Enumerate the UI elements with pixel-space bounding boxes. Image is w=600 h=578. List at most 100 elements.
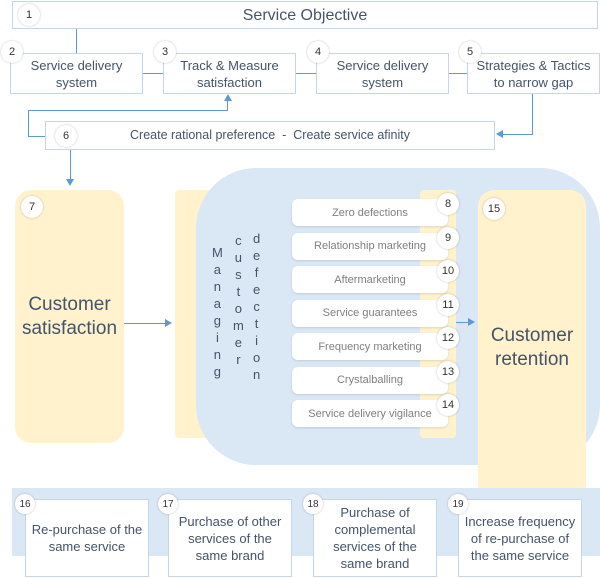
vertical-letter: f [254,265,259,280]
lever-label: Relationship marketing [314,240,426,252]
vertical-letter: u [234,250,243,265]
outcome-box: Purchase of other services of the same b… [168,499,292,577]
step-number-5: 5 [459,41,481,63]
vertical-letter: t [254,316,259,331]
lever-item: Crystalballing [292,366,448,394]
customer-retention-label: Customer retention [490,325,574,370]
vertical-letter: m [233,318,244,333]
step-number-7: 7 [21,196,43,218]
vertical-letter: a [213,262,222,277]
lever-item: Service guarantees [292,299,448,327]
arrow-right-icon [165,319,172,327]
connector-line [28,110,228,111]
service-objective-box: Service Objective [12,1,598,29]
connector-line [227,100,228,111]
lever-label: Service delivery vigilance [308,407,432,420]
service-objective-label: Service Objective [242,6,368,24]
vertical-letter: g [213,313,222,328]
vertical-letter: e [253,248,261,263]
lever-label: Crystalballing [336,374,404,386]
vertical-letter: e [234,335,243,350]
vertical-letter: n [253,367,261,382]
vertical-letter: t [236,284,241,299]
step-box-4: Service delivery system [316,53,449,94]
vertical-letter: i [255,333,259,348]
connector-line [124,323,168,324]
step-number-3: 3 [154,41,176,63]
connector-line [449,73,467,74]
outcome-box: Re-purchase of the same service [25,499,149,577]
customer-satisfaction-box: Customer satisfaction [15,190,124,443]
vertical-letter: c [235,233,242,248]
managing-word: Managing [212,244,223,380]
step-label-3: Track & Measure satisfaction [180,57,279,90]
vertical-letter: o [234,301,243,316]
connector-line [70,150,71,180]
lever-number: 10 [437,260,459,282]
vertical-letter: d [253,231,261,246]
arrow-down-icon [66,179,74,186]
outcome-box: Increase frequency of re-purchase of the… [458,499,582,577]
vertical-letter: i [215,330,219,345]
step-number-6: 6 [55,125,77,147]
outcome-label: Re-purchase of the same service [31,522,143,554]
lever-label: Aftermarketing [334,273,406,286]
vertical-letter: e [253,282,261,297]
step-label-4: Service delivery system [336,57,429,90]
customer-satisfaction-label: Customer satisfaction [21,293,118,339]
vertical-letter: o [253,350,261,365]
vertical-letter: c [253,299,260,314]
vertical-letter: n [213,347,222,362]
arrow-up-icon [224,94,232,101]
defection-word: defection [253,230,260,383]
connector-line [532,94,533,134]
vertical-letter: s [235,267,242,282]
step-box-2: Service delivery system [10,53,143,94]
preference-box: Create rational preference - Create serv… [45,121,495,150]
vertical-letter: M [212,245,223,260]
lever-item: Frequency marketing [292,333,448,360]
vertical-letter: g [213,364,222,379]
step-number-15: 15 [483,198,505,220]
lever-number: 11 [437,293,459,316]
arrow-left-icon [496,130,503,138]
step-label-5: Strategies & Tactics to narrow gap [476,57,591,90]
lever-item: Relationship marketing [292,232,448,260]
connector-line [502,134,533,135]
lever-number: 14 [437,394,459,416]
connector-line [143,73,163,74]
lever-number: 9 [437,226,459,249]
connector-line [76,29,77,53]
step-number-4: 4 [307,41,329,63]
lever-item: Service delivery vigilance [292,400,448,427]
outcome-number: 18 [303,494,323,514]
outcome-number: 16 [15,494,35,514]
step-box-3: Track & Measure satisfaction [163,53,296,94]
lever-label: Service guarantees [322,307,418,319]
lever-number: 12 [437,327,459,349]
outcome-label: Purchase of other services of the same b… [178,513,282,563]
outcome-number: 19 [448,494,468,514]
lever-label: Frequency marketing [318,340,422,353]
arrow-right-icon [468,318,475,326]
preference-label: Create rational preference - Create serv… [130,128,410,142]
vertical-letter: a [213,296,222,311]
customer-retention-box: Customer retention [478,190,586,490]
outcome-box: Purchase of complemental services of the… [313,499,437,577]
lever-item: Zero defections [292,199,448,226]
step-box-5: Strategies & Tactics to narrow gap [467,53,600,94]
connector-line [28,110,29,136]
outcome-label: Purchase of complemental services of the… [333,505,417,571]
lever-number: 8 [437,193,459,215]
lever-number: 13 [437,360,459,383]
step-number-2: 2 [1,41,23,63]
connector-line [296,73,316,74]
step-number-1: 1 [18,4,40,26]
customer-word: customer [233,232,244,368]
step-label-2: Service delivery system [30,57,123,90]
vertical-letter: n [213,279,222,294]
lever-label: Zero defections [332,206,408,219]
vertical-letter: r [236,352,241,367]
connector-line [28,136,45,137]
lever-item: Aftermarketing [292,266,448,293]
